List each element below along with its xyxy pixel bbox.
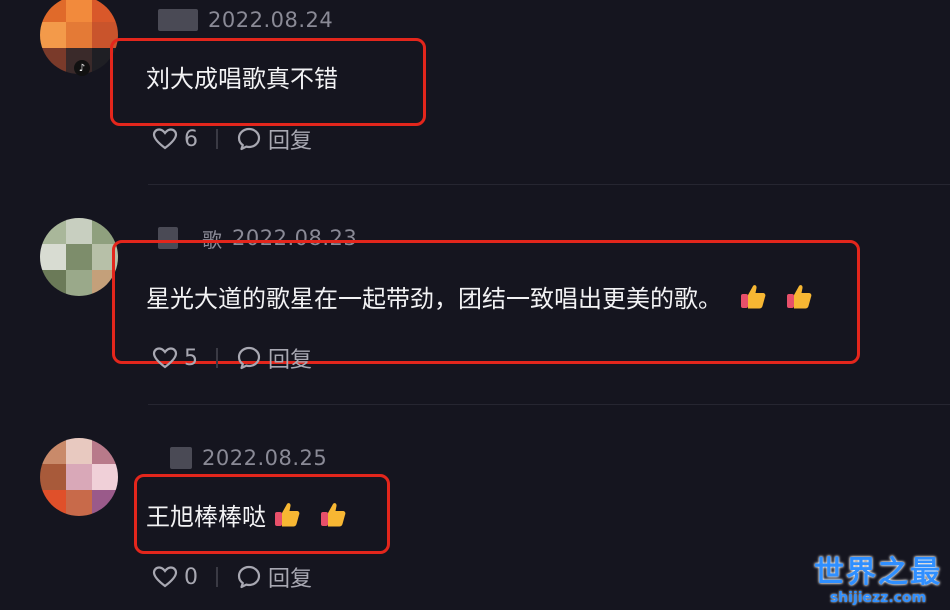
speech-bubble-icon <box>237 346 261 370</box>
speech-bubble-icon <box>237 127 261 151</box>
divider <box>216 129 218 149</box>
comment-actions: 5 回复 <box>152 343 312 373</box>
heart-outline-icon <box>152 128 178 150</box>
avatar[interactable] <box>40 438 118 516</box>
speech-bubble-icon <box>237 565 261 589</box>
site-watermark: 世界之最 shijiezz.com <box>814 555 942 607</box>
reply-label: 回复 <box>268 129 313 154</box>
like-count: 6 <box>184 126 198 152</box>
comment-meta: 2022.08.24 <box>158 6 333 34</box>
comment-text-row: 王旭棒棒哒 <box>146 494 348 534</box>
comment-text: 星光大道的歌星在一起带劲，团结一致唱出更美的歌。 <box>146 284 722 313</box>
reply-label: 回复 <box>268 567 313 592</box>
avatar[interactable] <box>40 218 118 296</box>
like-count: 5 <box>184 345 198 371</box>
watermark-title: 世界之最 <box>814 555 942 590</box>
divider <box>216 567 218 587</box>
comment-date: 2022.08.25 <box>202 446 328 470</box>
like-count: 0 <box>184 564 198 590</box>
comment-meta: 2022.08.25 <box>170 444 327 472</box>
like-button[interactable]: 6 <box>152 127 198 152</box>
username-blurred[interactable] <box>158 9 198 31</box>
like-button[interactable]: 5 <box>152 346 198 371</box>
reply-button[interactable]: 回复 <box>236 123 312 155</box>
comment-divider <box>148 184 950 185</box>
comment-text: 刘大成唱歌真不错 <box>146 64 338 93</box>
comment-actions: 6 回复 <box>152 124 312 154</box>
comment-text-row: 星光大道的歌星在一起带劲，团结一致唱出更美的歌。 <box>146 276 814 316</box>
reply-button[interactable]: 回复 <box>236 561 312 593</box>
thumbs-up-icon <box>321 503 346 527</box>
heart-outline-icon <box>152 566 178 588</box>
tiktok-note-icon: ♪ <box>74 60 90 76</box>
thumbs-up-icon <box>741 285 766 309</box>
heart-outline-icon <box>152 347 178 369</box>
watermark-url: shijiezz.com <box>829 590 927 606</box>
reply-button[interactable]: 回复 <box>236 342 312 374</box>
comment-date: 2022.08.24 <box>208 8 334 32</box>
username-blurred[interactable] <box>170 447 192 469</box>
comment-actions: 0 回复 <box>152 562 312 592</box>
comment-divider <box>148 404 950 405</box>
thumbs-up-icon <box>787 285 812 309</box>
divider <box>216 348 218 368</box>
comment-text-row: 刘大成唱歌真不错 <box>146 56 338 96</box>
thumbs-up-icon <box>275 503 300 527</box>
reply-label: 回复 <box>268 348 313 373</box>
comment-text: 王旭棒棒哒 <box>146 502 266 531</box>
like-button[interactable]: 0 <box>152 565 198 590</box>
